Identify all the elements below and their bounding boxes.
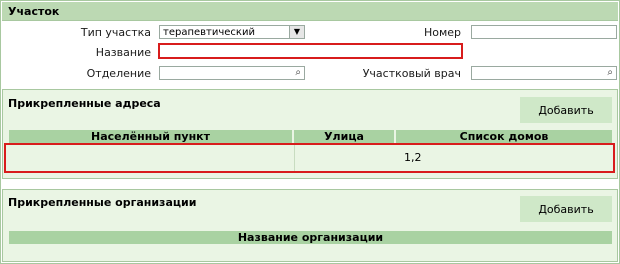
add-address-button[interactable]: Добавить [520,97,612,123]
department-input[interactable]: ⌕ [159,66,305,80]
column-settlement[interactable]: Населённый пункт [9,130,294,143]
organizations-title: Прикрепленные организации [8,196,197,209]
panel-title: Участок [8,5,60,18]
doctor-input[interactable]: ⌕ [471,66,617,80]
doctor-label: Участковый врач [362,67,461,80]
column-organization-name[interactable]: Название организации [9,231,612,244]
plot-type-select[interactable]: терапевтический ▼ [159,25,305,39]
panel-header: Участок [2,2,618,21]
table-row[interactable]: 1,2 [4,143,615,173]
chevron-down-icon[interactable]: ▼ [289,26,304,38]
plot-type-value: терапевтический [163,27,255,38]
number-input[interactable] [471,25,617,39]
name-input[interactable] [158,43,463,59]
magnifier-icon[interactable]: ⌕ [295,67,301,79]
department-label: Отделение [86,67,151,80]
add-organization-button[interactable]: Добавить [520,196,612,222]
name-label: Название [95,46,151,59]
cell-settlement [6,145,295,171]
column-street[interactable]: Улица [294,130,396,143]
plot-type-label: Тип участка [80,26,151,39]
plot-panel: Участок Тип участка терапевтический ▼ Но… [0,0,620,264]
cell-houses: 1,2 [404,151,422,164]
addresses-title: Прикрепленные адреса [8,97,161,110]
magnifier-icon[interactable]: ⌕ [607,67,613,79]
column-houses[interactable]: Список домов [396,130,612,143]
number-label: Номер [423,26,461,39]
